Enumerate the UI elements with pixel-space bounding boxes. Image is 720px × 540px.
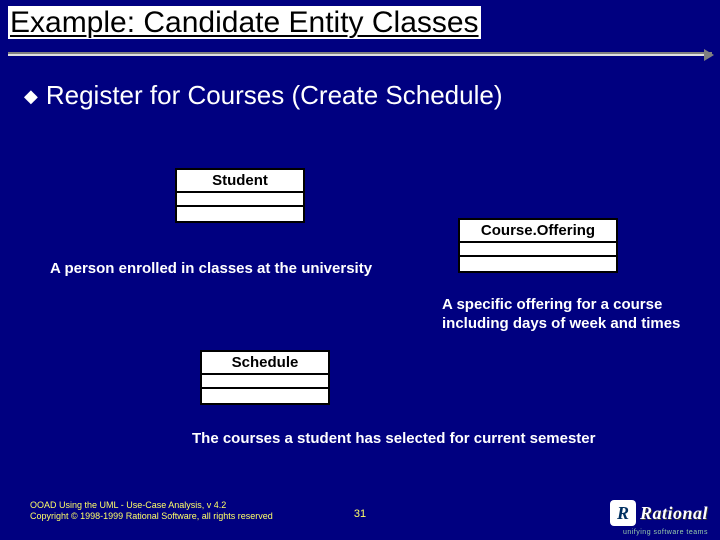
entity-schedule-desc: The courses a student has selected for c…: [192, 430, 712, 449]
entity-student-desc: A person enrolled in classes at the univ…: [50, 260, 430, 279]
title-rule: [8, 52, 712, 56]
entity-schedule-attr-row: [202, 375, 328, 389]
entity-student-name: Student: [177, 170, 303, 193]
bullet-item: ◆ Register for Courses (Create Schedule): [24, 80, 502, 111]
entity-courseoffering-op-row: [460, 257, 616, 271]
title-area: Example: Candidate Entity Classes: [8, 6, 712, 56]
rational-logo: R Rational: [610, 500, 708, 526]
page-number: 31: [354, 508, 366, 520]
rational-logo-subtext: unifying software teams: [623, 529, 708, 536]
entity-student-op-row: [177, 207, 303, 221]
entity-courseoffering-desc: A specific offering for a course includi…: [442, 296, 710, 334]
rational-logo-mark: R: [610, 500, 636, 526]
slide-title: Example: Candidate Entity Classes: [8, 6, 481, 39]
entity-student-box: Student: [175, 168, 305, 223]
entity-courseoffering-box: Course.Offering: [458, 218, 618, 273]
rational-logo-text: Rational: [640, 503, 708, 524]
footer-credits: OOAD Using the UML - Use-Case Analysis, …: [30, 500, 273, 522]
entity-student-attr-row: [177, 193, 303, 207]
entity-schedule-op-row: [202, 389, 328, 403]
entity-courseoffering-attr-row: [460, 243, 616, 257]
entity-schedule-name: Schedule: [202, 352, 328, 375]
footer-line1: OOAD Using the UML - Use-Case Analysis, …: [30, 500, 273, 511]
bullet-diamond-icon: ◆: [24, 87, 38, 105]
entity-courseoffering-name: Course.Offering: [460, 220, 616, 243]
footer-line2: Copyright © 1998-1999 Rational Software,…: [30, 511, 273, 522]
entity-schedule-box: Schedule: [200, 350, 330, 405]
bullet-text: Register for Courses (Create Schedule): [46, 80, 503, 111]
